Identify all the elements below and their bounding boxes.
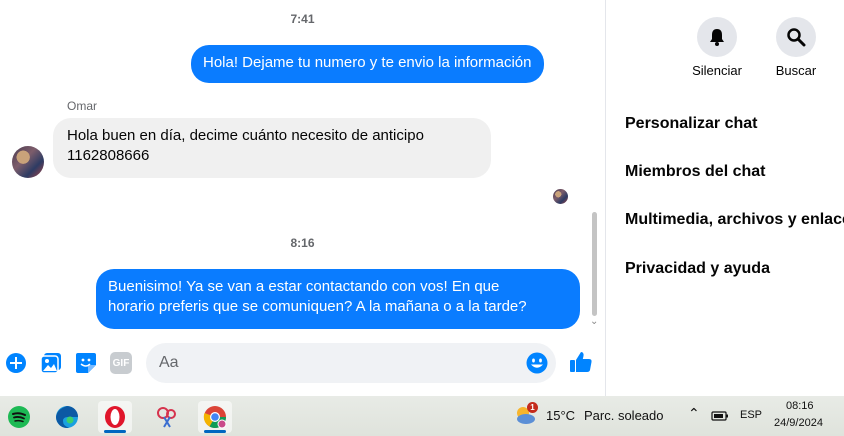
incoming-message[interactable]: Hola buen en día, decime cuánto necesito… (53, 118, 491, 178)
mute-button[interactable] (697, 17, 737, 57)
bell-icon (710, 29, 724, 46)
mute-label: Silenciar (692, 63, 742, 78)
message-input[interactable] (146, 343, 556, 383)
messenger-window: 7:41 Hola! Dejame tu numero y te envio l… (0, 0, 844, 436)
message-timestamp: 8:16 (290, 236, 315, 250)
weather-widget[interactable]: 1 (513, 402, 539, 428)
message-text: Hola! Dejame tu numero y te envio la inf… (203, 54, 532, 71)
battery-icon[interactable] (711, 409, 729, 427)
menu-privacy-help[interactable]: Privacidad y ayuda (625, 260, 770, 278)
avatar[interactable] (12, 146, 44, 178)
message-text-line: Hola buen en día, decime cuánto necesito… (67, 127, 424, 144)
photo-icon[interactable] (40, 352, 62, 374)
thumbs-up-icon[interactable] (569, 350, 593, 374)
outgoing-message[interactable]: Hola! Dejame tu numero y te envio la inf… (191, 45, 544, 83)
language-indicator[interactable]: ESP (740, 409, 762, 421)
snipping-tool-icon[interactable] (150, 401, 184, 433)
outgoing-message[interactable]: Buenisimo! Ya se van a estar contactando… (96, 269, 580, 329)
search-label: Buscar (775, 63, 817, 78)
scrollbar-thumb[interactable] (592, 212, 597, 316)
active-indicator (204, 430, 226, 433)
menu-chat-members[interactable]: Miembros del chat (625, 163, 765, 181)
chevron-up-icon[interactable]: ⌃ (688, 405, 700, 422)
message-text-line: 1162808666 (67, 147, 150, 164)
search-icon (787, 28, 806, 47)
weather-temperature[interactable]: 15°C (546, 408, 575, 423)
gif-icon[interactable]: GIF (110, 352, 132, 374)
windows-taskbar: 1 15°C Parc. soleado ⌃ ESP 08:16 24/9/20… (0, 396, 844, 436)
scroll-down-arrow-icon[interactable]: ⌄ (590, 316, 598, 327)
seen-receipt-avatar (553, 189, 568, 204)
chat-details-panel: Silenciar Buscar Personalizar chat Miemb… (605, 0, 844, 396)
search-button[interactable] (776, 17, 816, 57)
clock-time[interactable]: 08:16 (786, 400, 814, 412)
spotify-icon[interactable] (2, 401, 36, 433)
sender-name: Omar (67, 99, 97, 113)
gif-label: GIF (110, 352, 132, 374)
sticker-icon[interactable] (75, 352, 97, 374)
emoji-icon[interactable] (526, 352, 548, 374)
menu-customize-chat[interactable]: Personalizar chat (625, 115, 758, 133)
message-timestamp: 7:41 (290, 12, 315, 26)
chat-pane: 7:41 Hola! Dejame tu numero y te envio l… (0, 0, 605, 396)
active-indicator (104, 430, 126, 433)
opera-browser-icon[interactable] (98, 401, 132, 433)
chrome-browser-icon[interactable] (198, 401, 232, 433)
weather-alert-badge: 1 (527, 402, 538, 413)
menu-media-files-links[interactable]: Multimedia, archivos y enlaces (625, 211, 844, 229)
plus-circle-icon[interactable] (5, 352, 27, 374)
message-text-line: horario preferis que se comuniquen? A la… (108, 298, 527, 315)
clock-date[interactable]: 24/9/2024 (774, 417, 823, 429)
weather-description[interactable]: Parc. soleado (584, 408, 664, 423)
edge-browser-icon[interactable] (50, 401, 84, 433)
message-composer: GIF (0, 340, 605, 386)
message-text-line: Buenisimo! Ya se van a estar contactando… (108, 278, 500, 295)
